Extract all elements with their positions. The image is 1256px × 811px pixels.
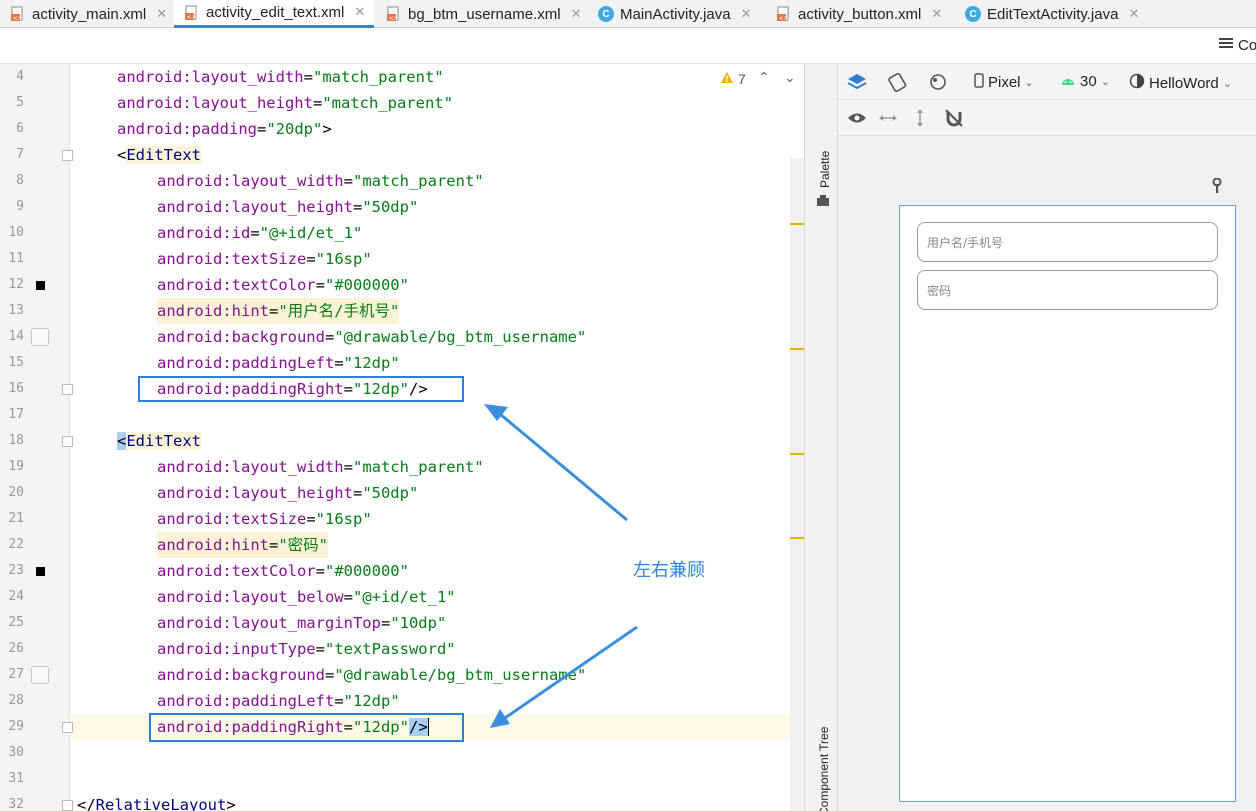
- chevron-down-icon: ⌄: [1100, 76, 1110, 88]
- preview-edit-text-password[interactable]: 密码: [917, 270, 1218, 310]
- api-selector[interactable]: 30 ⌄: [1060, 73, 1110, 90]
- annotation-arrows: [484, 404, 638, 728]
- design-toolbar: Pixel ⌄ 30 ⌄ HelloWord ⌄: [838, 64, 1256, 100]
- wrench-icon[interactable]: [1210, 177, 1224, 198]
- design-toolbar-secondary: [838, 100, 1256, 136]
- preview-hint: 用户名/手机号: [927, 236, 1004, 250]
- theme-icon: [1129, 73, 1145, 93]
- chevron-down-icon: ⌄: [1222, 77, 1232, 90]
- component-tree-tab[interactable]: Component Tree: [817, 727, 831, 811]
- preview-hint: 密码: [927, 284, 952, 298]
- hamburger-icon: [1218, 36, 1234, 54]
- theme-label: HelloWord: [1149, 74, 1219, 92]
- preview-edit-text-username[interactable]: 用户名/手机号: [917, 222, 1218, 262]
- palette-tab[interactable]: Palette: [818, 151, 832, 188]
- magnet-off-icon[interactable]: [944, 108, 964, 132]
- palette-strip: Palette Component Tree: [804, 64, 838, 811]
- tab-label: EditTextActivity.java: [987, 5, 1119, 23]
- vertical-resize-icon[interactable]: [914, 108, 926, 132]
- close-icon[interactable]: ✕: [931, 7, 942, 22]
- code-view-label: Co: [1238, 36, 1256, 54]
- eye-icon[interactable]: [847, 110, 867, 129]
- device-label: Pixel: [988, 74, 1021, 91]
- api-label: 30: [1080, 73, 1097, 90]
- rotate-icon[interactable]: [886, 72, 908, 96]
- android-icon: [1060, 73, 1076, 90]
- horizontal-resize-icon[interactable]: [878, 110, 898, 129]
- palette-icon: [817, 192, 829, 211]
- close-icon[interactable]: ✕: [1128, 7, 1139, 22]
- code-view-button[interactable]: Co: [1218, 36, 1256, 54]
- annotation-text: 左右兼顾: [633, 560, 705, 581]
- theme-selector[interactable]: HelloWord ⌄: [1129, 73, 1232, 93]
- tab-label: activity_button.xml: [798, 5, 922, 23]
- night-mode-icon[interactable]: [928, 72, 950, 96]
- layers-icon[interactable]: [846, 72, 868, 96]
- tab-edit-text-activity-java[interactable]: C EditTextActivity.java ✕: [955, 0, 1165, 28]
- chevron-down-icon: ⌄: [1024, 77, 1034, 89]
- device-selector[interactable]: Pixel ⌄: [974, 73, 1034, 92]
- java-class-icon: C: [965, 6, 981, 22]
- phone-icon: [974, 73, 984, 92]
